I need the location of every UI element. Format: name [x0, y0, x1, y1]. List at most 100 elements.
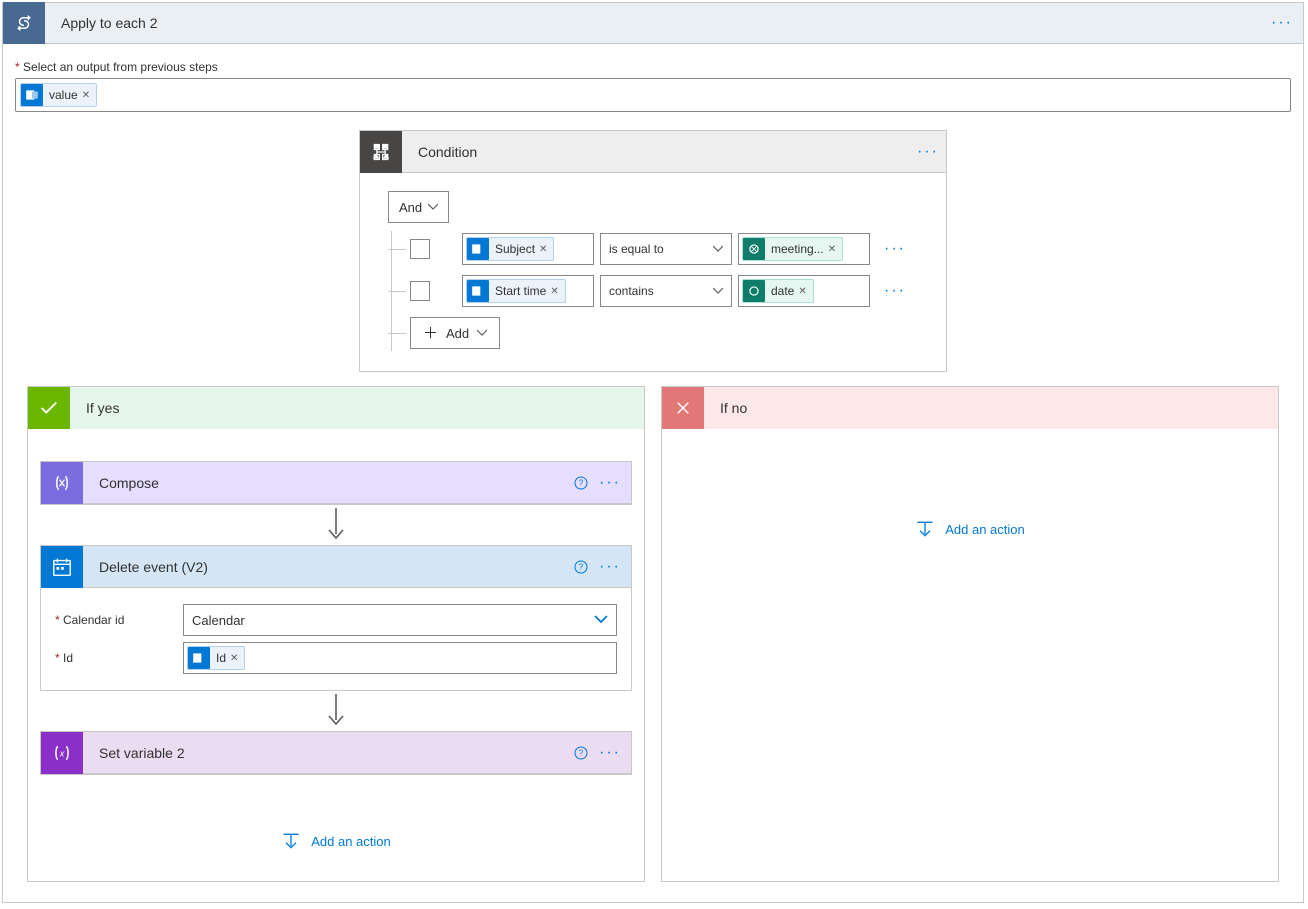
delete-event-title: Delete event (V2) [83, 559, 573, 575]
chevron-down-icon [594, 615, 608, 625]
condition-row: Start time ✕ contains [388, 275, 922, 307]
operator-label: contains [609, 284, 654, 298]
row-checkbox[interactable] [410, 281, 430, 301]
outlook-icon [467, 280, 489, 302]
svg-text:?: ? [579, 478, 584, 487]
combiner-select[interactable]: And [388, 191, 449, 223]
id-token[interactable]: Id ✕ [187, 646, 245, 670]
outlook-icon [21, 84, 43, 106]
add-action-icon [281, 831, 301, 851]
apply-to-each-header[interactable]: Apply to each 2 ··· [3, 2, 1303, 44]
condition-right-input[interactable]: meeting... ✕ [738, 233, 870, 265]
chevron-down-icon [713, 244, 723, 254]
outlook-icon [467, 238, 489, 260]
more-icon[interactable]: ··· [1271, 14, 1303, 32]
condition-more-icon[interactable]: ··· [910, 143, 946, 161]
apply-to-each-card: Apply to each 2 ··· * Select an output f… [2, 2, 1304, 903]
chevron-down-icon [477, 328, 487, 338]
add-action-icon [915, 519, 935, 539]
remove-token-icon[interactable]: ✕ [82, 90, 90, 101]
if-no-header: If no [662, 387, 1278, 429]
svg-text:x: x [59, 748, 65, 758]
if-yes-title: If yes [70, 400, 119, 416]
meeting-token[interactable]: meeting... ✕ [742, 237, 843, 261]
condition-header[interactable]: Condition ··· [360, 131, 946, 173]
svg-text:?: ? [579, 748, 584, 757]
starttime-token[interactable]: Start time ✕ [466, 279, 566, 303]
add-action-button[interactable]: Add an action [281, 831, 391, 851]
if-no-title: If no [704, 400, 747, 416]
apply-to-each-title: Apply to each 2 [45, 15, 1271, 31]
check-icon [28, 387, 70, 429]
select-output-label: * Select an output from previous steps [15, 60, 1291, 74]
starttime-token-label: Start time [495, 284, 546, 298]
compose-title: Compose [83, 475, 573, 491]
outlook-icon [188, 647, 210, 669]
date-token-label: date [771, 284, 794, 298]
condition-left-input[interactable]: Start time ✕ [462, 275, 594, 307]
if-yes-header: If yes [28, 387, 644, 429]
chevron-down-icon [713, 286, 723, 296]
action-more-icon[interactable]: ··· [599, 558, 621, 576]
condition-icon [360, 131, 402, 173]
outlook-icon [41, 546, 83, 588]
action-more-icon[interactable]: ··· [599, 744, 621, 762]
remove-token-icon[interactable]: ✕ [798, 286, 806, 297]
chevron-down-icon [428, 202, 438, 212]
id-label: * Id [55, 651, 183, 665]
subject-token-label: Subject [495, 242, 535, 256]
row-more-icon[interactable]: ··· [884, 240, 906, 258]
help-icon[interactable]: ? [573, 475, 589, 491]
operator-select[interactable]: contains [600, 275, 732, 307]
help-icon[interactable]: ? [573, 745, 589, 761]
row-more-icon[interactable]: ··· [884, 282, 906, 300]
if-yes-branch: If yes Compose ? ··· [27, 386, 645, 882]
variable-icon [743, 280, 765, 302]
row-checkbox[interactable] [410, 239, 430, 259]
subject-token[interactable]: Subject ✕ [466, 237, 554, 261]
variable-icon [743, 238, 765, 260]
action-more-icon[interactable]: ··· [599, 474, 621, 492]
condition-card: Condition ··· And [359, 130, 947, 372]
calendar-id-value: Calendar [192, 613, 245, 628]
operator-select[interactable]: is equal to [600, 233, 732, 265]
add-action-label: Add an action [311, 834, 391, 849]
apply-to-each-body: * Select an output from previous steps v… [3, 44, 1303, 902]
operator-label: is equal to [609, 242, 664, 256]
value-token-label: value [49, 88, 78, 102]
if-no-branch: If no Add an action [661, 386, 1279, 882]
combiner-label: And [399, 200, 422, 215]
help-icon[interactable]: ? [573, 559, 589, 575]
add-action-label: Add an action [945, 522, 1025, 537]
value-token[interactable]: value ✕ [20, 83, 97, 107]
condition-row: Subject ✕ is equal to [388, 233, 922, 265]
svg-text:?: ? [579, 562, 584, 571]
remove-token-icon[interactable]: ✕ [828, 244, 836, 255]
add-row-label: Add [446, 326, 469, 341]
set-variable-title: Set variable 2 [83, 745, 573, 761]
arrow-down-icon [327, 694, 345, 728]
id-input[interactable]: Id ✕ [183, 642, 617, 674]
date-token[interactable]: date ✕ [742, 279, 814, 303]
plus-icon: ＋ [423, 326, 438, 341]
select-output-input[interactable]: value ✕ [15, 78, 1291, 112]
condition-left-input[interactable]: Subject ✕ [462, 233, 594, 265]
calendar-id-label: * Calendar id [55, 613, 183, 627]
remove-token-icon[interactable]: ✕ [230, 653, 238, 664]
add-action-button[interactable]: Add an action [915, 519, 1025, 539]
arrow-down-icon [327, 508, 345, 542]
condition-title: Condition [402, 144, 910, 160]
meeting-token-label: meeting... [771, 242, 824, 256]
add-row-button[interactable]: ＋ Add [410, 317, 500, 349]
delete-event-card[interactable]: Delete event (V2) ? ··· * Calendar id Ca… [40, 545, 632, 691]
remove-token-icon[interactable]: ✕ [550, 286, 558, 297]
remove-token-icon[interactable]: ✕ [539, 244, 547, 255]
compose-card[interactable]: Compose ? ··· [40, 461, 632, 505]
condition-right-input[interactable]: date ✕ [738, 275, 870, 307]
calendar-id-select[interactable]: Calendar [183, 604, 617, 636]
close-icon [662, 387, 704, 429]
variable-icon: x [41, 732, 83, 774]
loop-icon [3, 2, 45, 44]
id-token-label: Id [216, 651, 226, 665]
set-variable-card[interactable]: x Set variable 2 ? ··· [40, 731, 632, 775]
